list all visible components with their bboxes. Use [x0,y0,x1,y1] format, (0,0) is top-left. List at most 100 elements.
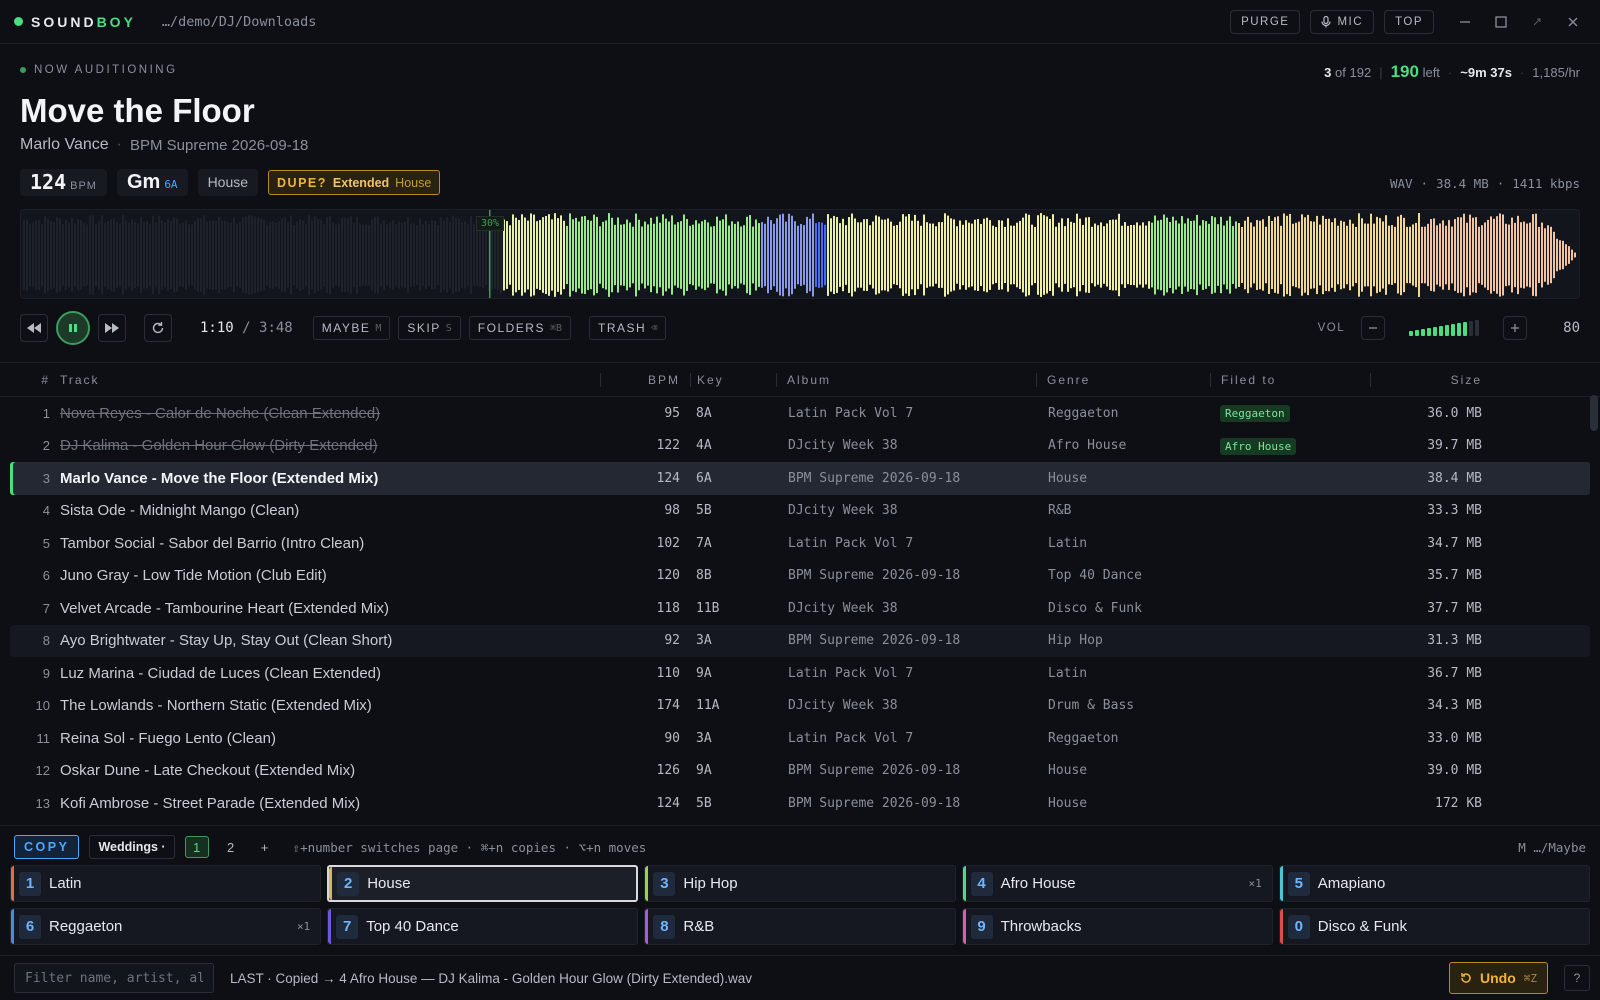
maybe-button[interactable]: MAYBE M [312,316,391,340]
folder-slot[interactable]: 2 House [327,865,639,902]
folder-slot[interactable]: 0 Disco & Funk [1278,908,1590,945]
table-row[interactable]: 7 Velvet Arcade - Tambourine Heart (Exten… [10,592,1590,625]
col-bpm[interactable]: BPM [600,372,690,387]
folder-slot[interactable]: 6 Reggaeton ×1 [10,908,322,945]
waveform-svg[interactable] [21,210,1580,299]
table-row[interactable]: 2 DJ Kalima - Golden Hour Glow (Dirty Ext… [10,430,1590,463]
minimize-icon[interactable] [1452,9,1478,35]
skip-button[interactable]: SKIP S [398,316,461,340]
filter-input[interactable] [14,963,214,993]
col-filed-to[interactable]: Filed to [1210,372,1370,387]
close-icon[interactable] [1560,9,1586,35]
folder-page-2[interactable]: 2 [219,836,243,858]
row-bpm: 102 [656,535,680,551]
waveform-bar [548,214,550,296]
table-row[interactable]: 6 Juno Gray - Low Tide Motion (Club Edit)… [10,560,1590,593]
waveform-bar [770,220,772,290]
table-row[interactable]: 3 Marlo Vance - Move the Floor (Extended … [10,462,1590,495]
trash-shortcut: ⌫ [651,322,658,334]
col-track[interactable]: Track [60,373,600,387]
waveform-bar [1565,244,1567,266]
folder-slot[interactable]: 1 Latin [10,865,322,902]
camelot-value: 6A [164,178,178,191]
table-row[interactable]: 11 Reina Sol - Fuego Lento (Clean) 90 3A Lat… [10,722,1590,755]
row-genre: Reggaeton [1048,405,1119,421]
volume-up-button[interactable] [1503,316,1528,340]
col-album[interactable]: Album [776,372,1036,387]
position-count: 3 [1324,65,1332,80]
folder-hotkey: 2 [337,871,360,896]
replay-button[interactable] [144,314,172,342]
table-row[interactable]: 13 Kofi Ambrose - Street Parade (Extended… [10,787,1590,820]
col-num[interactable]: # [10,373,60,387]
waveform[interactable]: 30% [20,209,1580,299]
waveform-bar [809,218,811,292]
trash-button[interactable]: TRASH ⌫ [589,316,667,340]
top-label: TOP [1395,15,1423,28]
waveform-bar [1358,213,1360,297]
waveform-bar [575,217,577,293]
waveform-bar [1541,222,1543,288]
waveform-bar [1505,223,1507,287]
folder-slot[interactable]: 5 Amapiano [1278,865,1590,902]
folders-button[interactable]: FOLDERS ⌘B [468,316,572,340]
help-button[interactable]: ? [1564,965,1590,991]
table-scrollbar[interactable] [1590,395,1598,431]
waveform-bar [1268,215,1270,295]
waveform-bar [566,225,568,285]
table-row[interactable]: 9 Luz Marina - Ciudad de Luces (Clean Ext… [10,657,1590,690]
waveform-bar [1301,214,1303,296]
add-folder-page-button[interactable]: + [253,836,277,858]
waveform-bar [479,223,481,287]
waveform-bar [1187,218,1189,292]
copy-mode-toggle[interactable]: COPY [14,835,80,859]
table-row[interactable]: 10 The Lowlands - Northern Static (Extend… [10,690,1590,723]
col-genre[interactable]: Genre [1036,372,1210,387]
purge-button[interactable]: PURGE [1230,9,1301,34]
row-number: 11 [36,730,51,746]
table-row[interactable]: 8 Ayo Brightwater - Stay Up, Stay Out (Cl… [10,624,1590,657]
waveform-bar [1013,225,1015,285]
replay-icon [152,322,164,334]
volume-meter[interactable] [1409,320,1480,336]
rewind-button[interactable] [20,314,48,342]
maximize-icon[interactable] [1488,9,1514,35]
folder-path[interactable]: …/demo/DJ/Downloads [162,14,316,30]
folder-page-1[interactable]: 1 [184,836,209,858]
fast-forward-button[interactable] [98,314,126,342]
volume-value: 80 [1563,320,1580,336]
fullscreen-icon[interactable] [1524,9,1550,35]
folder-set-select[interactable]: Weddings · [89,835,175,859]
transport-bar: 1:10 / 3:48 MAYBE M SKIP S FOLDERS ⌘B TRASH… [20,311,1580,345]
row-bpm: 120 [656,568,680,584]
folder-slot[interactable]: 8 R&B [644,908,956,945]
col-size[interactable]: Size [1370,372,1482,387]
volume-down-button[interactable] [1361,316,1386,340]
maybe-folder-path[interactable]: M …/Maybe [1518,840,1586,855]
row-number: 1 [42,405,50,421]
table-row[interactable]: 4 Sista Ode - Midnight Mango (Clean) 98 5B D… [10,495,1590,528]
waveform-bar [878,216,880,294]
waveform-bar [764,223,766,287]
eta-time: ~9m 37s [1460,65,1512,80]
waveform-bar [494,221,496,289]
waveform-bar [383,220,385,290]
waveform-bar [212,220,214,290]
table-row[interactable]: 1 Nova Reyes - Calor de Noche (Clean Exte… [10,397,1590,430]
col-key[interactable]: Key [690,372,776,387]
table-row[interactable]: 12 Oskar Dune - Late Checkout (Extended M… [10,755,1590,788]
folder-slot[interactable]: 3 Hip Hop [644,865,956,902]
waveform-bar [1334,218,1336,292]
mic-button[interactable]: MIC [1310,9,1375,34]
folder-slot[interactable]: 9 Throwbacks [961,908,1273,945]
table-row[interactable]: 5 Tambor Social - Sabor del Barrio (Intro… [10,527,1590,560]
dupe-warning-badge[interactable]: DUPE? Extended House [268,170,441,195]
rewind-icon [27,323,41,333]
pause-button[interactable] [56,311,90,345]
folder-slot[interactable]: 7 Top 40 Dance [327,908,639,945]
undo-button[interactable]: Undo ⌘Z [1448,962,1548,994]
waveform-bar [536,221,538,289]
top-button[interactable]: TOP [1384,9,1434,34]
folder-slot[interactable]: 4 Afro House ×1 [961,865,1273,902]
waveform-bar [1319,224,1321,286]
